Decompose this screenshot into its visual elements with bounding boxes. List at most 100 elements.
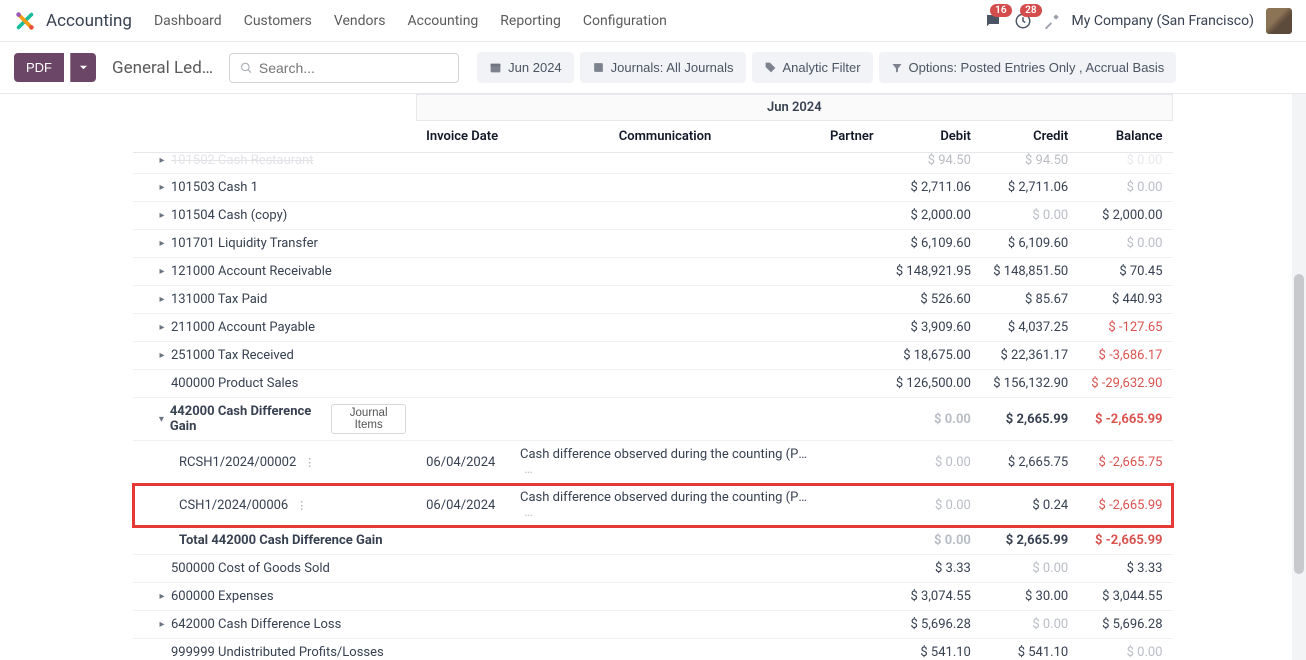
analytic-filter[interactable]: Analytic Filter xyxy=(752,52,873,83)
credit-cell: $ 4,037.25 xyxy=(981,314,1078,342)
scrollbar-thumb[interactable] xyxy=(1294,274,1304,574)
journals-filter-label: Journals: All Journals xyxy=(611,60,734,75)
search-box[interactable] xyxy=(229,53,459,83)
col-partner: Partner xyxy=(820,121,884,153)
avatar[interactable] xyxy=(1266,8,1292,34)
table-row[interactable]: ▸600000 Expenses$ 3,074.55$ 30.00$ 3,044… xyxy=(133,583,1173,611)
app-name[interactable]: Accounting xyxy=(46,11,132,31)
table-row[interactable]: Total 442000 Cash Difference Gain$ 0.00$… xyxy=(133,527,1173,555)
table-row[interactable]: ▸101701 Liquidity Transfer$ 6,109.60$ 6,… xyxy=(133,230,1173,258)
table-row[interactable]: 400000 Product Sales$ 126,500.00$ 156,13… xyxy=(133,370,1173,398)
table-row[interactable]: 500000 Cost of Goods Sold$ 3.33$ 0.00$ 3… xyxy=(133,555,1173,583)
wrench-icon[interactable] xyxy=(1044,13,1060,29)
caret-right-icon[interactable]: ▸ xyxy=(157,210,167,221)
topbar: Accounting Dashboard Customers Vendors A… xyxy=(0,0,1306,42)
table-row[interactable]: ▸101504 Cash (copy)$ 2,000.00$ 0.00$ 2,0… xyxy=(133,202,1173,230)
caret-right-icon[interactable]: ▸ xyxy=(157,619,167,630)
balance-cell: $ 0.00 xyxy=(1078,174,1172,202)
credit-cell: $ 0.00 xyxy=(981,611,1078,639)
journals-filter[interactable]: Journals: All Journals xyxy=(580,52,746,83)
balance-cell: $ -2,665.99 xyxy=(1078,398,1172,441)
row-menu-icon[interactable]: ⋮ xyxy=(296,499,307,512)
move-ref[interactable]: RCSH1/2024/00002 xyxy=(179,455,296,470)
caret-right-icon[interactable]: ▸ xyxy=(157,350,167,361)
col-balance: Balance xyxy=(1078,121,1172,153)
balance-cell: $ 5,696.28 xyxy=(1078,611,1172,639)
credit-cell: $ 156,132.90 xyxy=(981,370,1078,398)
credit-cell: $ 2,665.99 xyxy=(981,527,1078,555)
debit-cell: $ 2,711.06 xyxy=(884,174,981,202)
debit-cell: $ 0.00 xyxy=(884,398,981,441)
search-input[interactable] xyxy=(259,60,448,76)
period-filter-label: Jun 2024 xyxy=(508,60,562,75)
col-credit: Credit xyxy=(981,121,1078,153)
balance-cell: $ 0.00 xyxy=(1078,153,1172,175)
balance-cell: $ -29,632.90 xyxy=(1078,370,1172,398)
credit-cell: $ 94.50 xyxy=(981,153,1078,175)
col-communication: Communication xyxy=(510,121,820,153)
caret-right-icon[interactable]: ▸ xyxy=(157,294,167,305)
balance-cell: $ 3,044.55 xyxy=(1078,583,1172,611)
table-row[interactable]: CSH1/2024/00006⋮06/04/2024Cash differenc… xyxy=(133,484,1173,527)
credit-cell: $ 0.00 xyxy=(981,555,1078,583)
table-row[interactable]: ▸101503 Cash 1$ 2,711.06$ 2,711.06$ 0.00 xyxy=(133,174,1173,202)
table-row[interactable]: ▸251000 Tax Received$ 18,675.00$ 22,361.… xyxy=(133,342,1173,370)
options-filter[interactable]: Options: Posted Entries Only , Accrual B… xyxy=(879,52,1177,83)
credit-cell: $ 85.67 xyxy=(981,286,1078,314)
caret-down-icon[interactable]: ▾ xyxy=(157,414,166,425)
debit-cell: $ 3,909.60 xyxy=(884,314,981,342)
table-row[interactable]: RCSH1/2024/00002⋮06/04/2024Cash differen… xyxy=(133,441,1173,484)
balance-cell: $ 70.45 xyxy=(1078,258,1172,286)
activities-button[interactable]: 28 xyxy=(1014,12,1032,30)
balance-cell: $ -127.65 xyxy=(1078,314,1172,342)
table-row[interactable]: ▸121000 Account Receivable$ 148,921.95$ … xyxy=(133,258,1173,286)
row-menu-icon[interactable]: ⋮ xyxy=(304,456,315,469)
communication-text: Cash difference observed during the coun… xyxy=(520,447,810,462)
caret-right-icon[interactable]: ▸ xyxy=(157,591,167,602)
nav-configuration[interactable]: Configuration xyxy=(583,13,667,29)
balance-cell: $ -2,665.99 xyxy=(1078,484,1172,527)
table-row[interactable]: ▸101502 Cash Restaurant$ 94.50$ 94.50$ 0… xyxy=(133,153,1173,175)
period-filter[interactable]: Jun 2024 xyxy=(477,52,574,83)
col-invoice-date: Invoice Date xyxy=(416,121,510,153)
period-header: Jun 2024 xyxy=(416,95,1172,121)
caret-right-icon[interactable]: ▸ xyxy=(157,238,167,249)
move-ref[interactable]: CSH1/2024/00006 xyxy=(179,498,288,513)
table-row[interactable]: ▸131000 Tax Paid$ 526.60$ 85.67$ 440.93 xyxy=(133,286,1173,314)
table-row[interactable]: ▸642000 Cash Difference Loss$ 5,696.28$ … xyxy=(133,611,1173,639)
nav-customers[interactable]: Customers xyxy=(244,13,312,29)
company-switcher[interactable]: My Company (San Francisco) xyxy=(1072,13,1254,29)
nav-reporting[interactable]: Reporting xyxy=(500,13,561,29)
nav-dashboard[interactable]: Dashboard xyxy=(154,13,222,29)
scrollbar[interactable] xyxy=(1292,94,1306,660)
journal-items-button[interactable]: Journal Items xyxy=(331,404,406,434)
account-label: 101502 Cash Restaurant xyxy=(171,153,313,168)
account-label: 101504 Cash (copy) xyxy=(171,208,287,223)
ledger-table: Jun 2024 Invoice Date Communication Part… xyxy=(133,94,1173,660)
options-filter-label: Options: Posted Entries Only , Accrual B… xyxy=(909,60,1165,75)
table-row[interactable]: ▸ 211000 Account Payable $ 3,909.60$ 4,037… xyxy=(133,314,1173,342)
table-row[interactable]: 999999 Undistributed Profits/Losses$ 541… xyxy=(133,639,1173,660)
debit-cell: $ 94.50 xyxy=(884,153,981,175)
pdf-button[interactable]: PDF xyxy=(14,53,64,82)
credit-cell: $ 6,109.60 xyxy=(981,230,1078,258)
balance-cell: $ -2,665.75 xyxy=(1078,441,1172,484)
account-label: 400000 Product Sales xyxy=(171,376,298,391)
debit-cell: $ 3.33 xyxy=(884,555,981,583)
credit-cell: $ 22,361.17 xyxy=(981,342,1078,370)
messages-button[interactable]: 16 xyxy=(984,12,1002,30)
nav-vendors[interactable]: Vendors xyxy=(334,13,386,29)
caret-right-icon[interactable]: ▸ xyxy=(157,182,167,193)
debit-cell: $ 18,675.00 xyxy=(884,342,981,370)
account-label: 211000 Account Payable xyxy=(171,320,315,335)
caret-right-icon[interactable]: ▸ xyxy=(157,266,167,277)
caret-right-icon[interactable]: ▸ xyxy=(157,322,167,333)
table-row[interactable]: ▾442000 Cash Difference GainJournal Item… xyxy=(133,398,1173,441)
pdf-dropdown[interactable] xyxy=(70,53,96,82)
search-icon xyxy=(240,61,253,75)
caret-right-icon[interactable]: ▸ xyxy=(157,155,167,166)
funnel-icon xyxy=(891,62,903,74)
credit-cell: $ 0.24 xyxy=(981,484,1078,527)
tag-icon xyxy=(764,61,777,74)
nav-accounting[interactable]: Accounting xyxy=(407,13,478,29)
